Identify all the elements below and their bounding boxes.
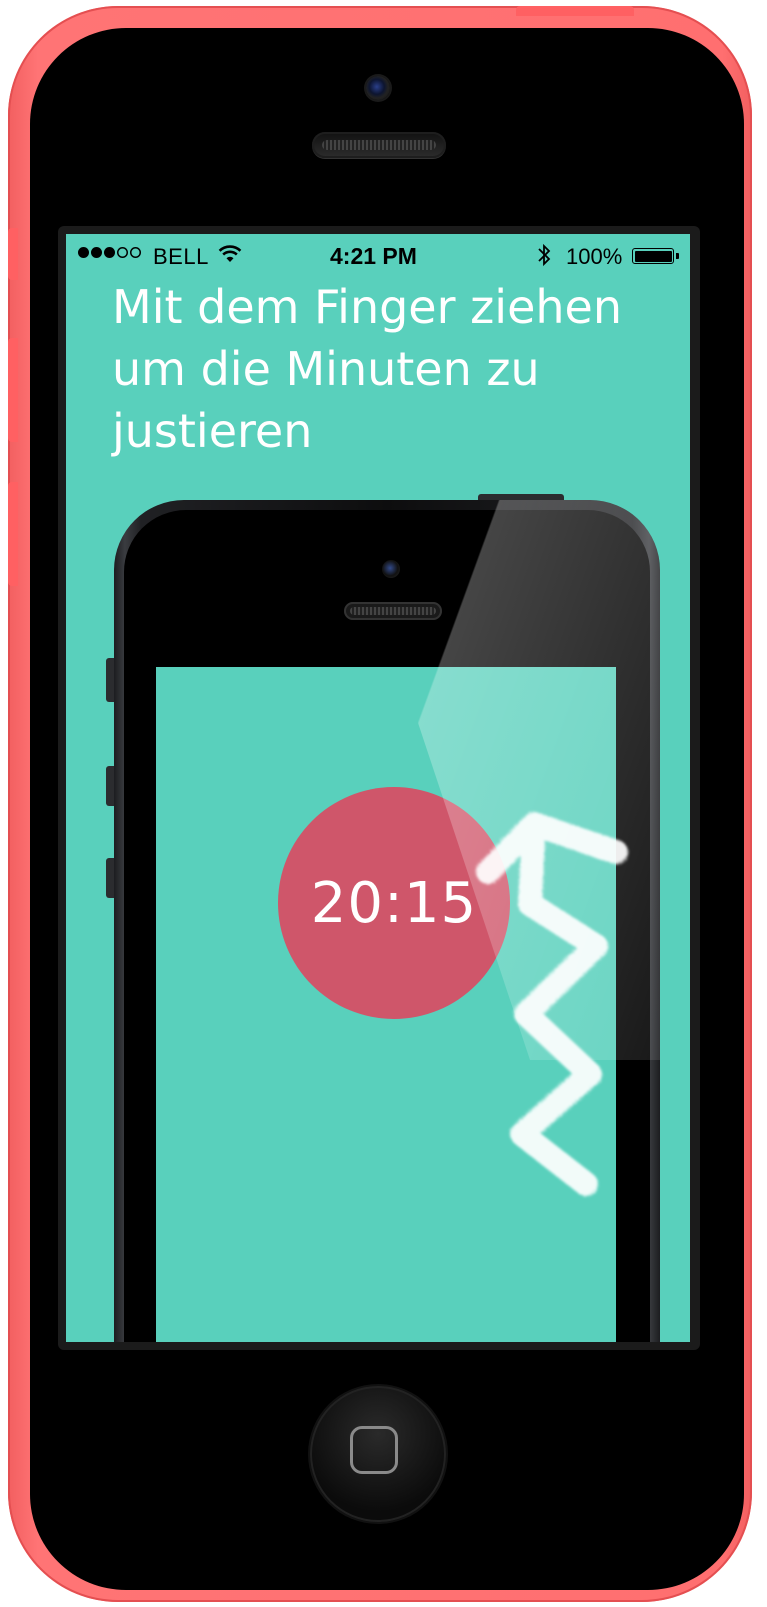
signal-dots-icon: [78, 247, 141, 258]
sleep-wake-button: [516, 6, 634, 16]
carrier-name: BELL: [153, 244, 209, 269]
volume-up-button: [8, 338, 18, 442]
home-square-icon: [350, 1426, 398, 1474]
timer-dial[interactable]: 20:15: [278, 787, 510, 1019]
status-bar: BELL 4:21 PM 100%: [66, 234, 690, 280]
wifi-icon: [218, 244, 242, 270]
inner-phone-volume-up: [106, 766, 114, 806]
bluetooth-icon: [536, 242, 552, 274]
mute-switch: [8, 228, 18, 280]
earpiece-speaker: [312, 132, 446, 158]
inner-phone-speaker: [344, 602, 442, 620]
inner-phone-camera-icon: [382, 560, 400, 578]
battery-percentage: 100%: [566, 244, 623, 269]
device-mockup: BELL 4:21 PM 100% Mit dem Finger ziehen: [0, 0, 767, 1607]
front-camera-icon: [366, 76, 390, 100]
inner-phone-top-button: [478, 494, 564, 500]
timer-value: 20:15: [310, 870, 478, 936]
status-time: 4:21 PM: [330, 243, 417, 269]
app-screen: BELL 4:21 PM 100% Mit dem Finger ziehen: [66, 234, 690, 1342]
instruction-text: Mit dem Finger ziehen um die Minuten zu …: [112, 280, 622, 458]
inner-phone-volume-down: [106, 858, 114, 898]
inner-phone-mute-switch: [106, 658, 114, 702]
volume-down-button: [8, 482, 18, 586]
battery-tip: [676, 253, 679, 259]
battery-icon: [632, 248, 674, 264]
home-button[interactable]: [310, 1386, 446, 1522]
